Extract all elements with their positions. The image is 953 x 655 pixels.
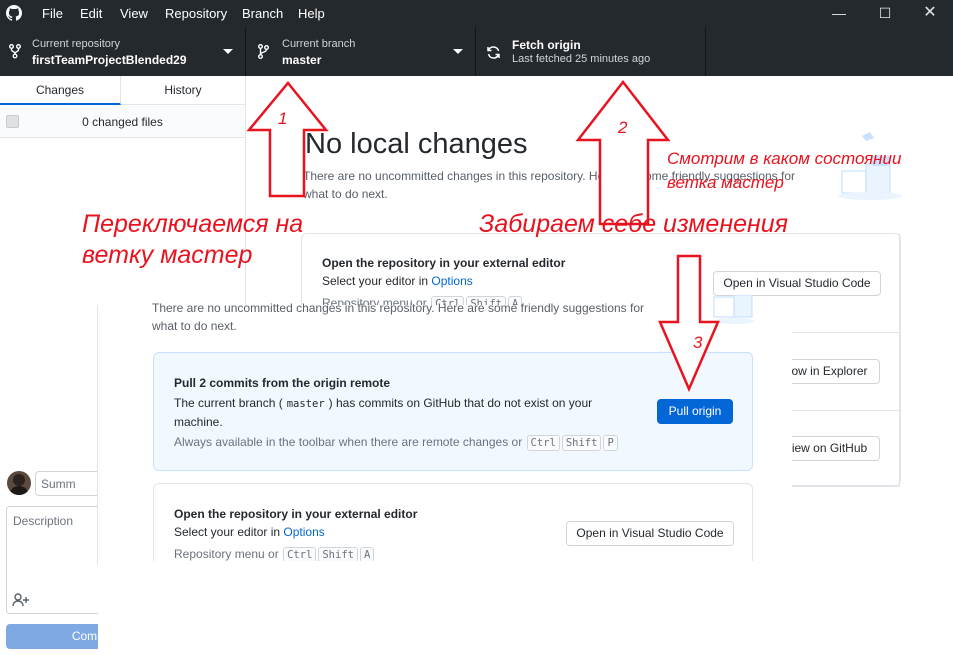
annotation-switch-line2: ветку мастер — [82, 241, 253, 269]
annotation-state-line2: ветка мастер — [667, 173, 784, 192]
annotation-number-3: 3 — [693, 333, 703, 352]
annotation-fetch: Забираем себе изменения — [479, 210, 789, 238]
annotation-arrow-3 — [658, 254, 720, 393]
annotation-switch-line1: Переключаемся на — [82, 210, 304, 238]
annotation-state-line1: Смотрим в каком состоянии — [667, 149, 902, 168]
annotation-number-2: 2 — [618, 118, 628, 137]
annotation-arrow-1 — [246, 81, 329, 198]
annotation-number-1: 1 — [278, 109, 288, 128]
annotation-arrow-2 — [575, 79, 671, 226]
annotation-arrows — [246, 79, 720, 393]
